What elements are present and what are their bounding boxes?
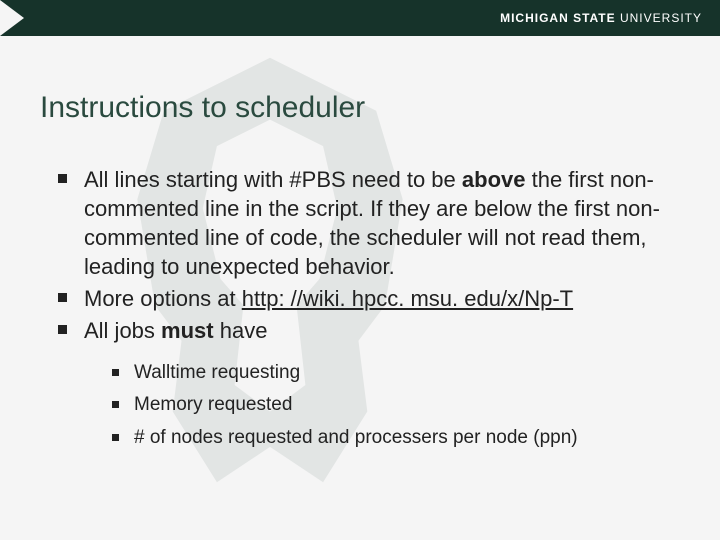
slide-content: Instructions to scheduler All lines star…	[0, 36, 720, 454]
bullet-pbs-above: All lines starting with #PBS need to be …	[58, 165, 665, 281]
sub-nodes: # of nodes requested and processers per …	[112, 422, 665, 454]
university-brand: MICHIGAN STATE UNIVERSITY	[500, 11, 702, 25]
header-bar: MICHIGAN STATE UNIVERSITY	[0, 0, 720, 36]
brand-light: UNIVERSITY	[616, 11, 702, 25]
slide-title: Instructions to scheduler	[40, 91, 665, 125]
wiki-link[interactable]: http: //wiki. hpcc. msu. edu/x/Np-T	[242, 286, 573, 311]
bullet-more-options: More options at http: //wiki. hpcc. msu.…	[58, 284, 665, 313]
bullet-must-have: All jobs must have Walltime requesting M…	[58, 316, 665, 454]
sub-walltime: Walltime requesting	[112, 357, 665, 389]
brand-bold: MICHIGAN STATE	[500, 11, 616, 25]
sub-memory: Memory requested	[112, 389, 665, 421]
sub-bullet-list: Walltime requesting Memory requested # o…	[112, 357, 665, 454]
main-bullet-list: All lines starting with #PBS need to be …	[58, 165, 665, 454]
